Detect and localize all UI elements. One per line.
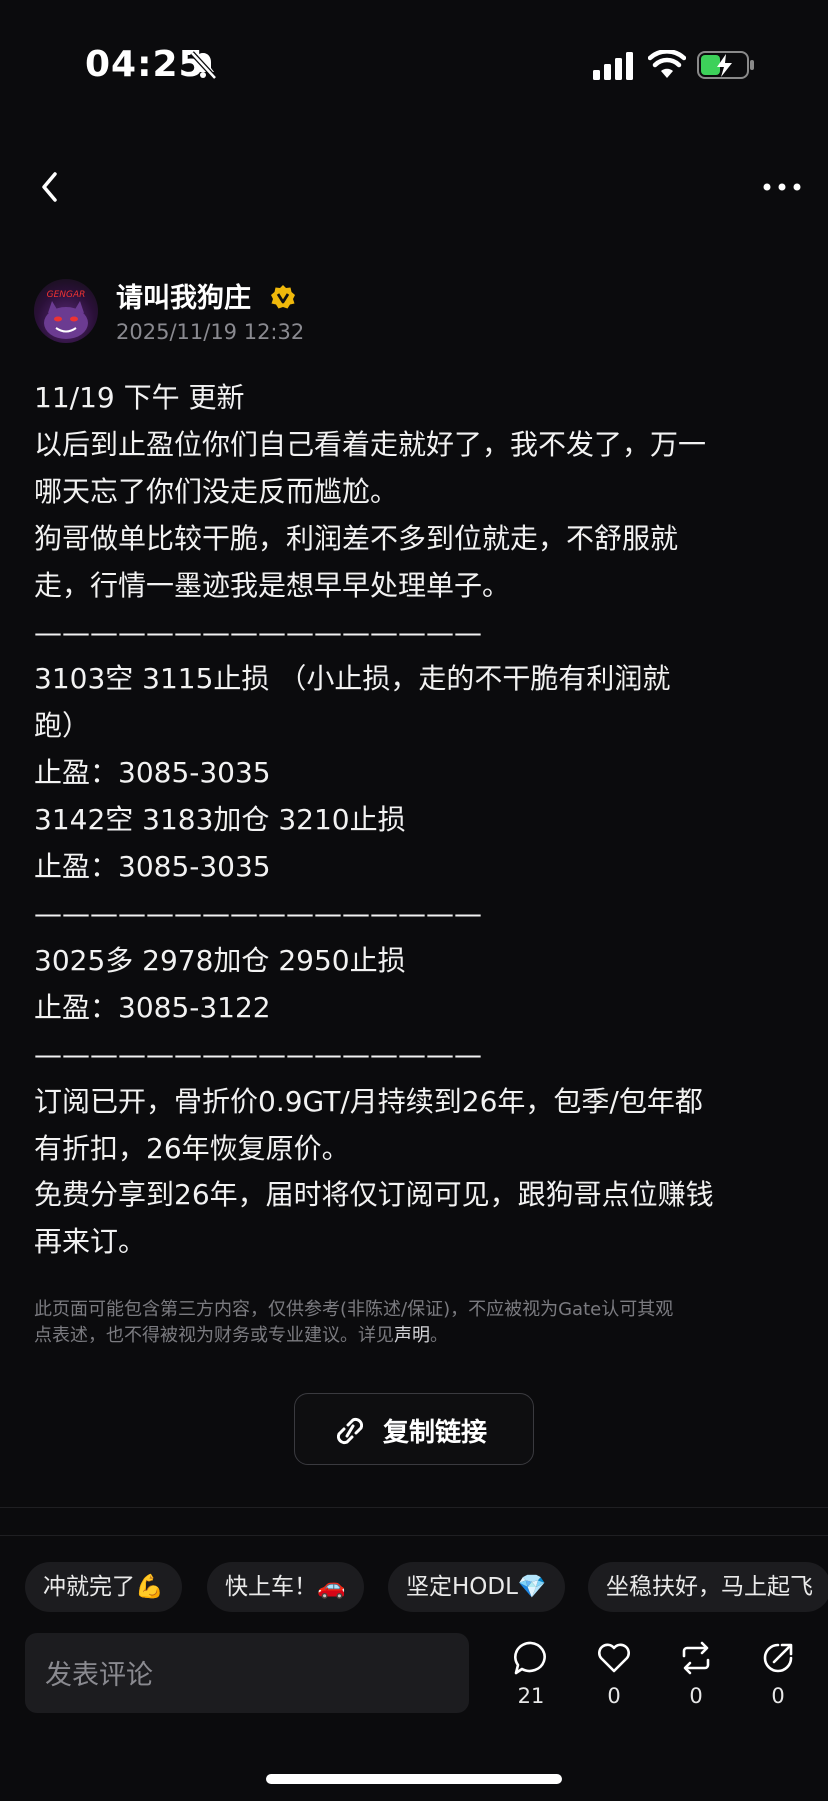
link-icon <box>336 1417 364 1445</box>
svg-text:GENGAR: GENGAR <box>47 290 86 300</box>
status-time: 04:25 <box>85 44 205 85</box>
copy-link-label: 复制链接 <box>383 1418 488 1448</box>
quick-reply-chip[interactable]: 坚定HODL💎 <box>388 1562 565 1612</box>
cellular-signal-icon <box>593 52 633 80</box>
reposts-count: 0 <box>689 1684 703 1708</box>
post-divider: ———————————————— <box>34 1037 482 1071</box>
post-line: 3103空 3115止损 （小止损，走的不干脆有利润就 <box>34 662 671 696</box>
comments-count: 21 <box>517 1684 545 1708</box>
post-line: 止盈：3085-3035 <box>34 756 271 790</box>
post-line: 跑） <box>34 709 91 743</box>
comments-action[interactable]: 21 <box>501 1640 561 1708</box>
post-line: 免费分享到26年，届时将仅订阅可见，跟狗哥点位赚钱 <box>34 1178 714 1212</box>
post-line: 3142空 3183加仓 3210止损 <box>34 803 406 837</box>
share-icon <box>763 1643 793 1673</box>
comment-input[interactable]: 发表评论 <box>25 1633 469 1713</box>
post-body: 11/19 下午 更新 以后到止盈位你们自己看着走就好了，我不发了，万一 哪天忘… <box>34 375 794 1266</box>
repost-action[interactable]: 0 <box>666 1640 726 1708</box>
post-line: 有折扣，26年恢复原价。 <box>34 1131 350 1165</box>
bell-muted-icon <box>190 51 217 80</box>
disclaimer-text: 点表述，也不得被视为财务或专业建议。详见 <box>34 1325 394 1346</box>
post-line: 止盈：3085-3122 <box>34 990 271 1024</box>
post-line: 以后到止盈位你们自己看着走就好了，我不发了，万一 <box>34 427 707 461</box>
post-line: 哪天忘了你们没走反而尴尬。 <box>34 474 399 508</box>
avatar[interactable]: GENGAR <box>34 279 98 343</box>
disclaimer-line: 此页面可能包含第三方内容，仅供参考(非陈述/保证)，不应被视为Gate认可其观 <box>34 1299 674 1320</box>
post-line: 再来订。 <box>34 1225 147 1259</box>
author-name[interactable]: 请叫我狗庄 <box>116 276 251 315</box>
gengar-avatar-icon: GENGAR <box>44 290 88 339</box>
likes-count: 0 <box>607 1684 621 1708</box>
heart-icon <box>598 1643 630 1673</box>
quick-reply-chip[interactable]: 冲就完了💪 <box>25 1562 182 1612</box>
home-indicator <box>266 1774 562 1784</box>
post-line: 止盈：3085-3035 <box>34 850 271 884</box>
disclaimer-end: 。 <box>430 1325 448 1346</box>
quick-reply-chip[interactable]: 坐稳扶好，马上起飞 <box>588 1562 828 1612</box>
repost-icon <box>682 1641 710 1675</box>
status-bar: 04:25 <box>0 0 828 140</box>
comment-bubble-icon <box>514 1641 546 1675</box>
post-line: 走，行情一墨迹我是想早早处理单子。 <box>34 568 511 602</box>
verified-badge-icon <box>271 285 295 309</box>
battery-charging-icon <box>697 51 754 79</box>
comment-placeholder: 发表评论 <box>45 1660 153 1691</box>
post-line: 3025多 2978加仓 2950止损 <box>34 943 406 977</box>
shares-count: 0 <box>771 1684 785 1708</box>
back-arrow-icon[interactable] <box>30 162 70 212</box>
more-options-icon[interactable] <box>760 172 804 202</box>
post-line: 11/19 下午 更新 <box>34 381 245 414</box>
disclaimer-link[interactable]: 声明 <box>394 1325 430 1346</box>
quick-reply-chip[interactable]: 快上车！🚗 <box>207 1562 364 1612</box>
post-line: 狗哥做单比较干脆，利润差不多到位就走，不舒服就 <box>34 521 679 555</box>
like-action[interactable]: 0 <box>584 1640 644 1708</box>
post-line: 订阅已开，骨折价0.9GT/月持续到26年，包季/包年都 <box>34 1084 703 1118</box>
copy-link-button[interactable]: 复制链接 <box>294 1393 534 1465</box>
post-divider: ———————————————— <box>34 896 482 930</box>
post-divider: ———————————————— <box>34 615 482 649</box>
divider <box>0 1507 828 1508</box>
divider <box>0 1535 828 1536</box>
disclaimer-line: 点表述，也不得被视为财务或专业建议。详见声明。 <box>34 1323 794 1349</box>
post-timestamp: 2025/11/19 12:32 <box>116 320 305 344</box>
disclaimer: 此页面可能包含第三方内容，仅供参考(非陈述/保证)，不应被视为Gate认可其观 … <box>34 1297 794 1349</box>
wifi-icon <box>648 50 686 78</box>
share-action[interactable]: 0 <box>748 1640 808 1708</box>
